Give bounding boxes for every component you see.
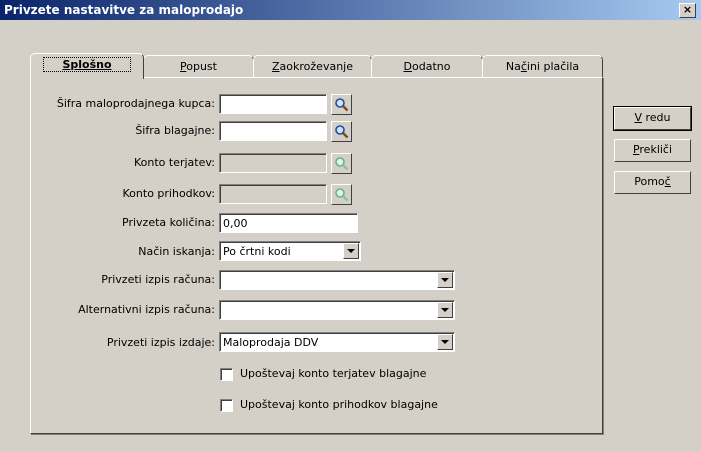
magnifier-icon bbox=[335, 98, 349, 112]
window-title: Privzete nastavitve za maloprodajo bbox=[4, 3, 244, 17]
tab-label: Popust bbox=[180, 60, 217, 73]
izpis-izdaje-label: Privzeti izpis izdaje: bbox=[106, 336, 215, 349]
magnifier-icon bbox=[335, 188, 349, 202]
chevron-down-icon[interactable] bbox=[437, 302, 453, 318]
konto-terjatev-label: Konto terjatev: bbox=[133, 156, 215, 169]
close-icon: × bbox=[682, 3, 693, 16]
tab-label: Dodatno bbox=[403, 60, 451, 73]
tab-nacini-placila[interactable]: Načini plačila bbox=[482, 55, 603, 78]
help-button[interactable]: Pomoč bbox=[614, 171, 691, 194]
izpis-izdaje-select[interactable]: Maloprodaja DDV bbox=[219, 332, 455, 352]
ok-button[interactable]: V redu bbox=[613, 106, 692, 131]
title-bar: Privzete nastavitve za maloprodajo × bbox=[0, 0, 701, 20]
sifra-blagajne-lookup-button[interactable] bbox=[331, 121, 352, 142]
sifra-blagajne-input[interactable] bbox=[219, 121, 327, 141]
izpis-izdaje-value: Maloprodaja DDV bbox=[223, 336, 319, 349]
konto-terjatev-checkbox-label[interactable]: Upoštevaj konto terjatev blagajne bbox=[240, 367, 426, 380]
alt-izpis-racuna-label: Alternativni izpis računa: bbox=[78, 303, 215, 316]
sifra-blagajne-label: Šifra blagajne: bbox=[135, 124, 215, 137]
kolicina-input[interactable]: 0,00 bbox=[219, 213, 358, 233]
tab-label: Zaokroževanje bbox=[272, 60, 353, 73]
nacin-iskanja-select[interactable]: Po črtni kodi bbox=[219, 241, 361, 261]
tab-splosno[interactable]: Splošno bbox=[30, 53, 144, 79]
konto-terjatev-checkbox[interactable] bbox=[220, 368, 233, 381]
izpis-racuna-label: Privzeti izpis računa: bbox=[101, 273, 215, 286]
konto-prihodkov-checkbox-label[interactable]: Upoštevaj konto prihodkov blagajne bbox=[240, 398, 438, 411]
tab-label: Načini plačila bbox=[505, 60, 580, 73]
sifra-kupca-lookup-button[interactable] bbox=[331, 94, 352, 115]
tab-zaokrozevanje[interactable]: Zaokroževanje bbox=[253, 55, 372, 78]
tab-popust[interactable]: Popust bbox=[143, 55, 254, 78]
konto-terjatev-lookup-button bbox=[331, 153, 352, 174]
nacin-iskanja-value: Po črtni kodi bbox=[223, 245, 291, 258]
sifra-kupca-input[interactable] bbox=[219, 94, 327, 114]
chevron-down-icon[interactable] bbox=[437, 272, 453, 288]
konto-prihodkov-label: Konto prihodkov: bbox=[122, 187, 215, 200]
izpis-racuna-select[interactable] bbox=[219, 270, 455, 290]
chevron-down-icon[interactable] bbox=[437, 334, 453, 350]
konto-prihodkov-input bbox=[219, 184, 327, 204]
alt-izpis-racuna-select[interactable] bbox=[219, 300, 455, 320]
konto-terjatev-input bbox=[219, 153, 327, 173]
kolicina-label: Privzeta količina: bbox=[122, 216, 215, 229]
cancel-button[interactable]: Prekliči bbox=[614, 139, 691, 162]
tab-label: Splošno bbox=[43, 57, 131, 72]
close-button[interactable]: × bbox=[679, 3, 696, 18]
magnifier-icon bbox=[335, 125, 349, 139]
nacin-iskanja-label: Način iskanja: bbox=[138, 245, 215, 258]
chevron-down-icon[interactable] bbox=[343, 243, 359, 259]
magnifier-icon bbox=[335, 157, 349, 171]
sifra-kupca-label: Šifra maloprodajnega kupca: bbox=[56, 97, 215, 110]
konto-prihodkov-checkbox[interactable] bbox=[220, 399, 233, 412]
tab-dodatno[interactable]: Dodatno bbox=[371, 55, 483, 78]
konto-prihodkov-lookup-button bbox=[331, 184, 352, 205]
